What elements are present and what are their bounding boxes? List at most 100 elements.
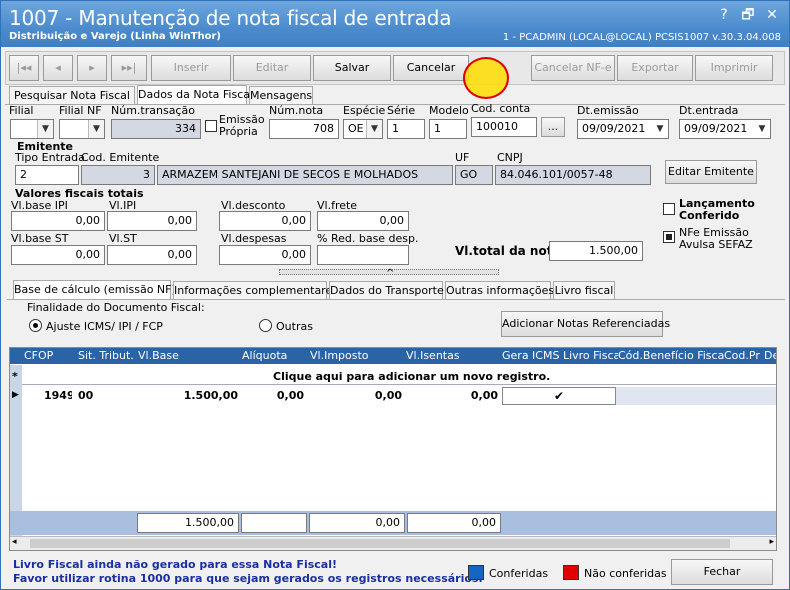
modelo-field[interactable]: 1 [429, 119, 467, 139]
num-nota-label: Núm.nota [269, 104, 324, 117]
col-aliquota[interactable]: Alíquota [242, 348, 310, 363]
num-transacao-label: Núm.transação [111, 104, 195, 117]
nao-conferidas-label: Não conferidas [584, 567, 667, 580]
total-vl-isentas: 0,00 [407, 513, 501, 533]
serie-field[interactable]: 1 [387, 119, 425, 139]
dt-emissao-label: Dt.emissão [577, 104, 639, 117]
cancel-nfe-button[interactable]: Cancelar NF-e [531, 55, 615, 81]
num-nota-field[interactable]: 708 [269, 119, 339, 139]
total-vl-base: 1.500,00 [137, 513, 239, 533]
chevron-down-icon: ▼ [366, 120, 382, 138]
uf-field[interactable]: GO [455, 165, 493, 185]
insert-button[interactable]: Inserir [151, 55, 231, 81]
radio-dot [33, 323, 38, 328]
next-record-button[interactable]: ▸ [77, 55, 107, 81]
filial-nf-select[interactable]: ▼ [59, 119, 105, 139]
last-record-button[interactable]: ▸▸| [111, 55, 147, 81]
vl-total-field[interactable]: 1.500,00 [549, 241, 643, 261]
col-vl-base[interactable]: Vl.Base [138, 348, 242, 363]
vl-frete-field[interactable]: 0,00 [317, 211, 409, 231]
cnpj-label: CNPJ [497, 151, 523, 164]
cancel-button[interactable]: Cancelar [393, 55, 469, 81]
vl-despesas-field[interactable]: 0,00 [219, 245, 311, 265]
dt-emissao-field[interactable]: 09/09/2021 ▼ [577, 119, 669, 139]
scroll-thumb[interactable] [30, 539, 730, 548]
print-button[interactable]: Imprimir [695, 55, 773, 81]
cod-conta-lookup-button[interactable]: ... [541, 117, 565, 137]
finalidade-label: Finalidade do Documento Fiscal: [27, 301, 205, 314]
radio-outras[interactable] [259, 319, 272, 332]
vl-base-ipi-field[interactable]: 0,00 [11, 211, 105, 231]
nfe-emissao-label: NFe Emissão Avulsa SEFAZ [679, 226, 753, 251]
session-info: 1 - PCADMIN (LOCAL@LOCAL) PCSIS1007 v.30… [502, 32, 781, 43]
radio-ajuste[interactable] [29, 319, 42, 332]
cell-vl-isentas: 0,00 [470, 389, 498, 402]
export-button[interactable]: Exportar [617, 55, 693, 81]
col-sit-tribut[interactable]: Sit. Tribut. [78, 348, 142, 363]
subtab-base-calculo[interactable]: Base de cálculo (emissão NF) [13, 280, 176, 299]
first-record-button[interactable]: |◂◂ [9, 55, 39, 81]
vl-desconto-field[interactable]: 0,00 [219, 211, 311, 231]
col-cfop[interactable]: CFOP [24, 348, 78, 363]
col-cod-beneficio[interactable]: Cód.Benefício Fiscal [618, 348, 724, 363]
subtab-info-complementares[interactable]: Informações complementares [173, 281, 338, 299]
help-icon[interactable]: ? [713, 5, 735, 25]
tab-search[interactable]: Pesquisar Nota Fiscal [9, 86, 135, 104]
gera-icms-checkbox[interactable]: ✔ [502, 387, 616, 405]
cod-conta-field[interactable]: 100010 [471, 117, 537, 137]
subtab-transporte[interactable]: Dados do Transporte [329, 281, 444, 299]
tab-data[interactable]: Dados da Nota Fiscal [137, 85, 253, 104]
fechar-button[interactable]: Fechar [671, 559, 773, 585]
nfe-emissao-checkbox[interactable] [663, 231, 675, 243]
col-gera-icms[interactable]: Gera ICMS Livro Fiscal [502, 348, 618, 363]
col-cod-pr[interactable]: Cod.Pr [724, 348, 764, 363]
scroll-right-icon[interactable]: ▸ [769, 537, 774, 547]
total-aliquota [241, 513, 307, 533]
cell-vl-imposto: 0,00 [374, 389, 402, 402]
filial-select[interactable]: ▼ [10, 119, 54, 139]
add-row-prompt[interactable]: Clique aqui para adicionar um novo regis… [273, 370, 550, 383]
footer-warning-1: Livro Fiscal ainda não gerado para essa … [13, 558, 337, 571]
restore-icon[interactable]: 🗗 [737, 5, 759, 25]
collapse-icon[interactable]: ^ [386, 268, 394, 279]
tab-messages[interactable]: Mensagens [249, 86, 313, 104]
horizontal-scrollbar[interactable]: ◂ ▸ [10, 536, 776, 550]
tipo-entrada-field[interactable]: 2 [15, 165, 79, 185]
table-row[interactable]: 1949 00 1.500,00 0,00 0,00 0,00 ✔ [22, 387, 776, 405]
lancamento-conferido-checkbox[interactable] [663, 203, 675, 215]
col-de[interactable]: De [764, 348, 776, 363]
especie-select[interactable]: OE ▼ [343, 119, 383, 139]
cell-vl-base: 1.500,00 [183, 389, 238, 402]
red-base-field[interactable] [317, 245, 409, 265]
num-transacao-field[interactable]: 334 [111, 119, 201, 139]
emissao-propria-checkbox[interactable] [205, 120, 217, 132]
emissao-propria-label: Emissão Própria [219, 113, 265, 138]
prev-record-button[interactable]: ◂ [43, 55, 73, 81]
footer-warning-2: Favor utilizar rotina 1000 para que seja… [13, 572, 483, 585]
vl-base-st-field[interactable]: 0,00 [11, 245, 105, 265]
row-divider [22, 384, 776, 385]
save-button[interactable]: Salvar [313, 55, 391, 81]
chevron-down-icon: ▼ [88, 120, 104, 138]
col-vl-imposto[interactable]: Vl.Imposto [310, 348, 406, 363]
editar-emitente-button[interactable]: Editar Emitente [665, 160, 757, 184]
close-icon[interactable]: ✕ [761, 5, 783, 25]
emitente-nome-field[interactable]: ARMAZEM SANTEJANI DE SECOS E MOLHADOS [157, 165, 453, 185]
uf-label: UF [455, 151, 470, 164]
lancamento-conferido-label: Lançamento Conferido [679, 197, 755, 222]
nao-conferidas-swatch [563, 565, 579, 580]
cnpj-field[interactable]: 84.046.101/0057-48 [495, 165, 651, 185]
vl-ipi-field[interactable]: 0,00 [107, 211, 197, 231]
vl-st-field[interactable]: 0,00 [107, 245, 197, 265]
subtab-livro-fiscal[interactable]: Livro fiscal [553, 281, 615, 299]
window-subtitle: Distribuição e Varejo (Linha WinThor) [9, 31, 221, 42]
edit-button[interactable]: Editar [233, 55, 311, 81]
subtab-outras-informacoes[interactable]: Outras informações [445, 281, 554, 299]
dt-entrada-field[interactable]: 09/09/2021 ▼ [679, 119, 771, 139]
scroll-left-icon[interactable]: ◂ [12, 537, 17, 547]
col-vl-isentas[interactable]: Vl.Isentas [406, 348, 500, 363]
adicionar-notas-button[interactable]: Adicionar Notas Referenciadas [501, 311, 670, 337]
cod-emitente-field[interactable]: 3 [81, 165, 155, 185]
tipo-entrada-label: Tipo Entrada [15, 151, 85, 164]
vl-despesas-label: Vl.despesas [221, 232, 287, 245]
